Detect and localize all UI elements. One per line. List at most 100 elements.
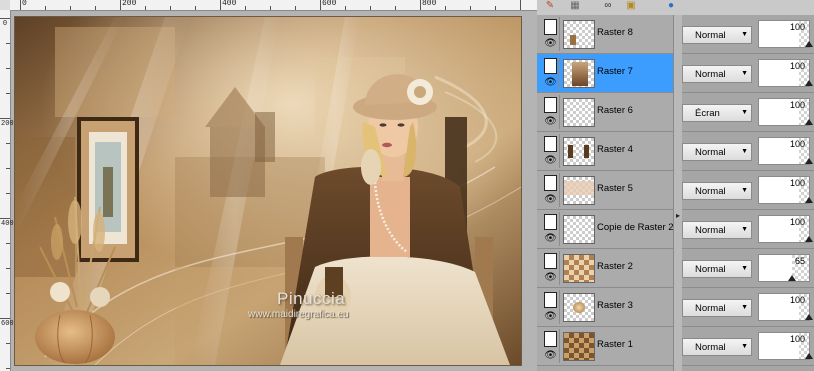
opacity-value: 100 <box>789 178 805 188</box>
blend-mode-select[interactable]: Normal ▼ <box>682 65 752 83</box>
ruler-tick <box>95 6 96 10</box>
blend-mode-select[interactable]: Normal ▼ <box>682 260 752 278</box>
ruler-tick <box>470 6 471 10</box>
blend-mode-select[interactable]: Normal ▼ <box>682 26 752 44</box>
blend-mode-select[interactable]: Normal ▼ <box>682 299 752 317</box>
dropdown-arrow-icon: ▼ <box>741 148 748 155</box>
ruler-tick <box>0 318 10 319</box>
blend-mode-select[interactable]: Normal ▼ <box>682 143 752 161</box>
opacity-marker-icon <box>805 80 813 86</box>
layer-thumbnail <box>563 137 595 166</box>
opacity-slider[interactable]: 100 <box>758 98 813 126</box>
horizontal-ruler[interactable]: 0 200 400 600 800 <box>10 0 537 11</box>
layer-thumbnail <box>563 20 595 49</box>
visibility-eye-icon[interactable]: 👁 <box>544 349 557 362</box>
opacity-value: 100 <box>789 139 805 149</box>
blend-mode-value: Normal <box>695 342 726 353</box>
layer-row-raster-4[interactable]: 👁 Raster 4 <box>537 132 673 171</box>
opacity-slider[interactable]: 100 <box>758 20 813 48</box>
layer-icons: 👁 <box>543 329 560 363</box>
layer-props-raster-3: Normal ▼ 100 <box>682 288 814 327</box>
blend-mode-select[interactable]: Normal ▼ <box>682 338 752 356</box>
layer-name: Raster 1 <box>597 339 633 350</box>
watermark-url: www.maidiregrafica.eu <box>248 309 349 320</box>
ruler-tick <box>195 6 196 10</box>
visibility-eye-icon[interactable]: 👁 <box>544 115 557 128</box>
layer-row-raster-7[interactable]: 👁 Raster 7 <box>537 54 673 93</box>
visibility-eye-icon[interactable]: 👁 <box>544 154 557 167</box>
dropdown-arrow-icon: ▼ <box>741 304 748 311</box>
globe-icon[interactable]: ● <box>665 0 677 11</box>
ruler-tick <box>70 6 71 10</box>
visibility-eye-icon[interactable]: 👁 <box>544 310 557 323</box>
opacity-slider[interactable]: 100 <box>758 215 813 243</box>
opacity-slider[interactable]: 100 <box>758 137 813 165</box>
dropdown-arrow-icon: ▼ <box>741 265 748 272</box>
ruler-tick <box>45 6 46 10</box>
layer-name: Raster 3 <box>597 300 633 311</box>
blend-mode-value: Normal <box>695 30 726 41</box>
layer-row-raster-2[interactable]: 👁 Raster 2 <box>537 249 673 288</box>
collapse-arrow-icon[interactable]: ▸ <box>676 211 680 220</box>
visibility-eye-icon[interactable]: 👁 <box>544 271 557 284</box>
layer-icons: 👁 <box>543 95 560 129</box>
layer-row-raster-5[interactable]: 👁 Raster 5 <box>537 171 673 210</box>
lock-icon[interactable]: ▣ <box>625 0 637 11</box>
layer-row-raster-3[interactable]: 👁 Raster 3 <box>537 288 673 327</box>
layer-icons: 👁 <box>543 212 560 246</box>
artwork-canvas[interactable]: Pinuccia www.maidiregrafica.eu <box>14 16 522 366</box>
ruler-tick <box>395 6 396 10</box>
opacity-slider[interactable]: 100 <box>758 59 813 87</box>
blend-mode-select[interactable]: Écran ▼ <box>682 104 752 122</box>
layer-row-raster-8[interactable]: 👁 Raster 8 <box>537 15 673 54</box>
layer-thumbnail <box>563 254 595 283</box>
opacity-slider[interactable]: 100 <box>758 332 813 360</box>
opacity-slider[interactable]: 100 <box>758 293 813 321</box>
opacity-marker-icon <box>805 119 813 125</box>
palette-toolbar: ✎ ▦ ∞ ▣ ● <box>537 0 814 16</box>
visibility-eye-icon[interactable]: 👁 <box>544 232 557 245</box>
layer-row-copie-de-raster-2[interactable]: 👁 Copie de Raster 2 <box>537 210 674 249</box>
layer-props-raster-5: Normal ▼ 100 <box>682 171 814 210</box>
layer-name: Raster 5 <box>597 183 633 194</box>
ruler-tick <box>6 168 10 169</box>
ruler-label: 600 <box>1 320 14 328</box>
opacity-value: 100 <box>789 217 805 227</box>
dropdown-arrow-icon: ▼ <box>741 109 748 116</box>
opacity-value: 100 <box>789 22 805 32</box>
visibility-eye-icon[interactable]: 👁 <box>544 37 557 50</box>
blend-mode-select[interactable]: Normal ▼ <box>682 182 752 200</box>
link-icon[interactable]: ∞ <box>602 0 614 11</box>
layer-name: Raster 6 <box>597 105 633 116</box>
mask-icon[interactable]: ▦ <box>569 0 581 11</box>
layer-icons: 👁 <box>543 17 560 51</box>
vertical-ruler[interactable]: 0 200 400 600 <box>0 10 14 371</box>
blend-mode-value: Normal <box>695 69 726 80</box>
dropdown-arrow-icon: ▼ <box>741 31 748 38</box>
opacity-marker-icon <box>805 158 813 164</box>
ruler-tick <box>6 343 10 344</box>
layer-props-raster-2: Normal ▼ 65 <box>682 249 814 288</box>
ruler-label: 400 <box>1 220 14 228</box>
ruler-tick: 0 <box>20 0 27 10</box>
blend-mode-value: Normal <box>695 303 726 314</box>
ruler-tick <box>6 193 10 194</box>
layer-thumbnail <box>563 293 595 322</box>
layer-props-raster-6: Écran ▼ 100 <box>682 93 814 132</box>
layer-properties: Normal ▼ 100 Normal ▼ 100 Écran ▼ 100 No… <box>682 15 814 371</box>
watermark-name: Pinuccia <box>277 289 346 308</box>
layer-row-raster-6[interactable]: 👁 Raster 6 <box>537 93 673 132</box>
opacity-slider[interactable]: 100 <box>758 176 813 204</box>
layer-row-raster-1[interactable]: 👁 Raster 1 <box>537 327 673 366</box>
ruler-tick <box>345 6 346 10</box>
visibility-eye-icon[interactable]: 👁 <box>544 76 557 89</box>
opacity-slider[interactable]: 65 <box>758 254 810 282</box>
blend-mode-select[interactable]: Normal ▼ <box>682 221 752 239</box>
visibility-eye-icon[interactable]: 👁 <box>544 193 557 206</box>
paint-icon[interactable]: ✎ <box>544 0 556 11</box>
layer-type-icon <box>544 253 557 269</box>
dropdown-arrow-icon: ▼ <box>741 343 748 350</box>
opacity-fill <box>759 255 792 281</box>
opacity-marker-icon <box>805 236 813 242</box>
layer-name: Raster 4 <box>597 144 633 155</box>
